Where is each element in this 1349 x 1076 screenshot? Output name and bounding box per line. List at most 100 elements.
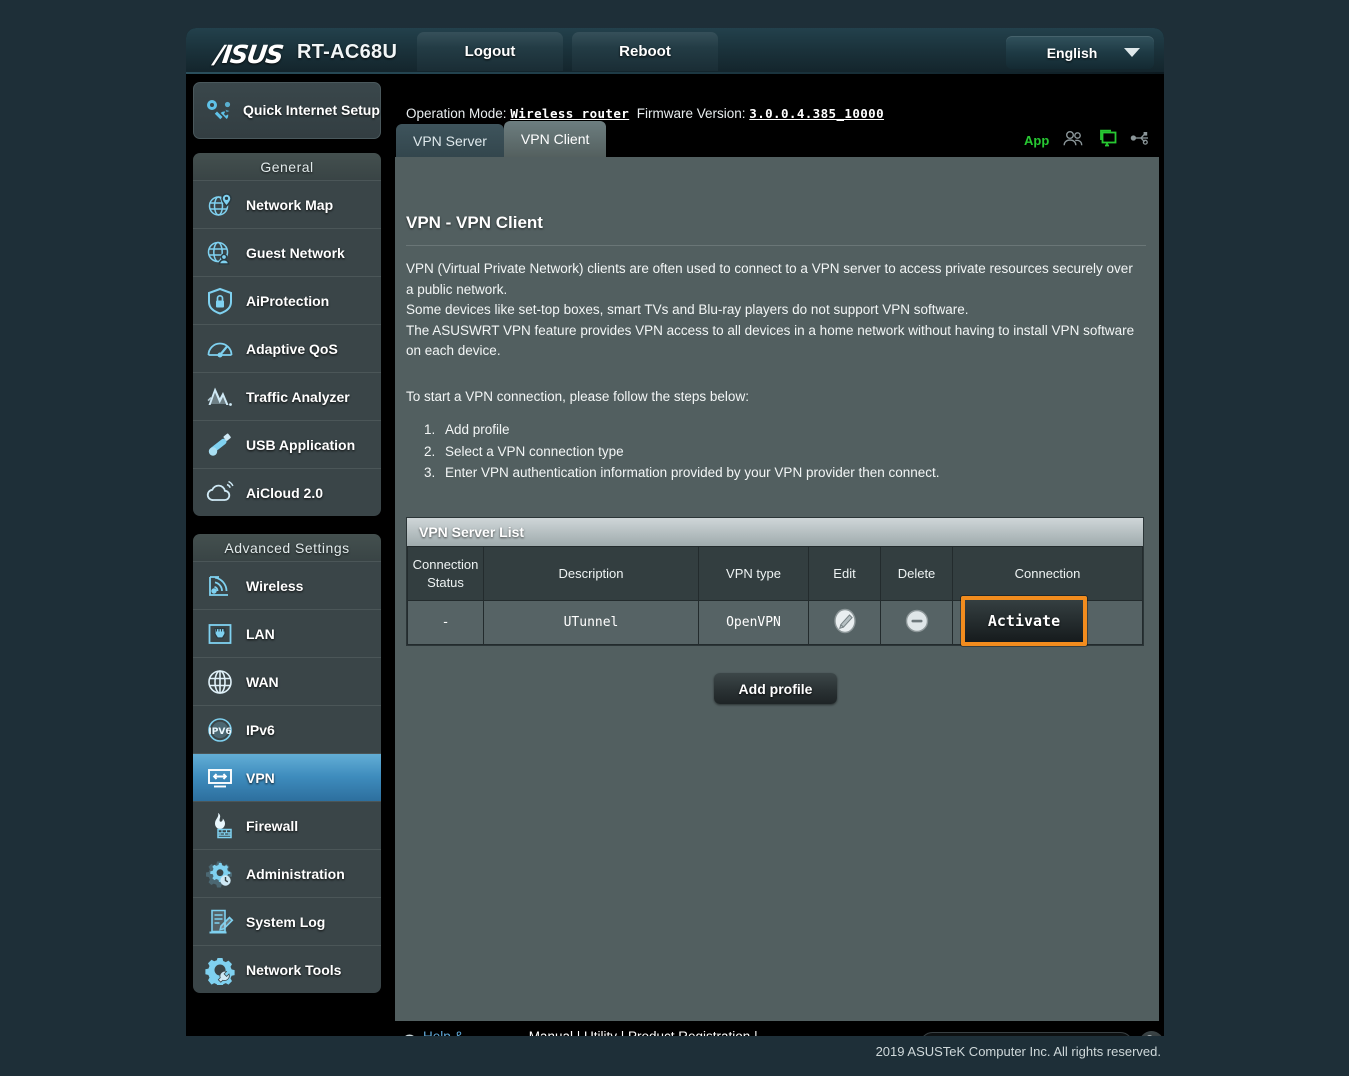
gear-admin-icon [205, 859, 235, 889]
ipv6-icon: IPV6 [205, 715, 235, 745]
app-link[interactable]: App [1024, 133, 1049, 148]
sidebar-item-ipv6[interactable]: IPV6 IPv6 [193, 705, 381, 753]
top-banner: /ISUS RT-AC68U Logout Reboot English [186, 28, 1164, 74]
usb-icon[interactable] [1130, 130, 1150, 151]
sidebar-group-general-title: General [193, 153, 381, 180]
footer-bar: ? Help & Support Manual | Utility | Prod… [395, 1023, 1164, 1036]
footer-link-manual[interactable]: Manual [529, 1029, 573, 1036]
svg-text:IPV6: IPV6 [208, 727, 231, 737]
sidebar-item-guest-network[interactable]: Guest Network [193, 228, 381, 276]
sidebar-item-ipv6-label: IPv6 [246, 721, 275, 738]
faq-search-field[interactable] [920, 1031, 1133, 1036]
sidebar-item-aicloud[interactable]: AiCloud 2.0 [193, 468, 381, 516]
sidebar-group-general: General Network Map Guest Network AiProt… [193, 153, 381, 516]
column-vpn-type: VPN type [698, 546, 809, 601]
column-connection-status: Connection Status [407, 546, 484, 601]
sidebar-item-aiprotection-label: AiProtection [246, 292, 330, 309]
sidebar-item-wan[interactable]: WAN [193, 657, 381, 705]
gear-wrench-icon [205, 955, 235, 987]
footer-sep: | [750, 1029, 758, 1036]
activate-button[interactable]: Activate [965, 600, 1083, 642]
sidebar-item-wireless[interactable]: Wireless [193, 561, 381, 609]
sidebar-item-traffic-analyzer[interactable]: Traffic Analyzer [193, 372, 381, 420]
sidebar-item-administration-label: Administration [246, 865, 345, 882]
footer-link-product-registration[interactable]: Product Registration [628, 1029, 750, 1036]
delete-minus-icon[interactable] [904, 608, 930, 634]
network-map-icon [205, 190, 235, 220]
column-description: Description [483, 546, 699, 601]
language-label: English [1046, 44, 1098, 61]
table-row: - UTunnel OpenVPN Activate [407, 596, 1143, 646]
sidebar-item-usb-application-label: USB Application [246, 436, 356, 453]
footer-link-utility[interactable]: Utility [584, 1029, 617, 1036]
vpn-server-table: Connection Status Description VPN type E… [407, 546, 1143, 646]
quick-setup-icon [204, 96, 234, 126]
sidebar-item-firewall-label: Firewall [246, 817, 299, 834]
sidebar-item-guest-network-label: Guest Network [246, 244, 345, 261]
page-description: VPN (Virtual Private Network) clients ar… [406, 259, 1136, 362]
help-support-label: Help & Support [423, 1029, 512, 1036]
sidebar-item-vpn-label: VPN [246, 769, 275, 786]
logout-button[interactable]: Logout [417, 32, 563, 71]
sidebar-item-network-map-label: Network Map [246, 196, 334, 213]
footer-links: Manual | Utility | Product Registration … [529, 1029, 813, 1036]
description-line-1: VPN (Virtual Private Network) clients ar… [406, 261, 1133, 297]
asus-logo: /ISUS [212, 40, 285, 69]
operation-mode-label: Operation Mode: [406, 106, 507, 121]
sidebar: Quick Internet Setup General Network Map [193, 82, 381, 1011]
quick-internet-setup-button[interactable]: Quick Internet Setup [193, 82, 381, 139]
tab-bar: VPN Server VPN Client [396, 121, 607, 157]
title-divider [406, 245, 1146, 246]
usb-app-icon [205, 430, 235, 460]
sidebar-item-aicloud-label: AiCloud 2.0 [246, 484, 324, 501]
sidebar-item-system-log[interactable]: System Log [193, 897, 381, 945]
people-icon[interactable] [1062, 130, 1084, 152]
column-connection: Connection [952, 546, 1143, 601]
quick-internet-setup-label: Quick Internet Setup [243, 102, 380, 118]
monitor-icon[interactable] [1097, 129, 1117, 152]
page-title: VPN - VPN Client [406, 213, 543, 232]
sidebar-group-advanced-title: Advanced Settings [193, 534, 381, 561]
reboot-button[interactable]: Reboot [572, 32, 718, 71]
add-profile-button[interactable]: Add profile [714, 673, 837, 704]
sidebar-item-lan[interactable]: LAN [193, 609, 381, 657]
faq-search-input[interactable] [921, 1032, 1132, 1036]
router-ui-shell: /ISUS RT-AC68U Logout Reboot English Ope… [186, 28, 1164, 1036]
cell-edit [808, 600, 881, 645]
faq-search-button[interactable] [1138, 1031, 1164, 1036]
sidebar-item-administration[interactable]: Administration [193, 849, 381, 897]
sidebar-item-vpn[interactable]: VPN [193, 753, 381, 801]
sidebar-item-firewall[interactable]: Firewall [193, 801, 381, 849]
help-support-link[interactable]: ? Help & Support [402, 1029, 512, 1036]
guest-network-icon [205, 238, 235, 268]
sidebar-item-adaptive-qos[interactable]: Adaptive QoS [193, 324, 381, 372]
language-select[interactable]: English [1006, 36, 1154, 69]
sidebar-item-network-tools[interactable]: Network Tools [193, 945, 381, 993]
gauge-icon [205, 334, 235, 364]
sidebar-item-aiprotection[interactable]: AiProtection [193, 276, 381, 324]
description-line-2: Some devices like set-top boxes, smart T… [406, 302, 969, 317]
cell-delete [880, 600, 953, 645]
tab-vpn-server[interactable]: VPN Server [396, 124, 504, 157]
tab-vpn-client[interactable]: VPN Client [503, 121, 607, 157]
cell-description: UTunnel [483, 600, 699, 645]
globe-icon [205, 667, 235, 697]
firmware-label: Firmware Version: [636, 106, 746, 121]
firmware-version-value[interactable]: 3.0.0.4.385_10000 [749, 106, 884, 121]
step-item: Select a VPN connection type [439, 441, 940, 463]
operation-mode-value[interactable]: Wireless router [510, 106, 629, 121]
sidebar-item-usb-application[interactable]: USB Application [193, 420, 381, 468]
operation-mode-line: Operation Mode: Wireless router Firmware… [406, 106, 884, 121]
sidebar-item-network-map[interactable]: Network Map [193, 180, 381, 228]
search-icon [1143, 1034, 1159, 1036]
main-content-panel: VPN - VPN Client VPN (Virtual Private Ne… [395, 157, 1159, 1021]
sidebar-item-wan-label: WAN [246, 673, 279, 690]
cloud-icon [205, 478, 235, 508]
sidebar-item-system-log-label: System Log [246, 913, 326, 930]
footer-sep: | [617, 1029, 628, 1036]
edit-pencil-icon[interactable] [832, 608, 858, 634]
sidebar-item-lan-label: LAN [246, 625, 275, 642]
router-admin-page: /ISUS RT-AC68U Logout Reboot English Ope… [0, 0, 1349, 1076]
router-model-name: RT-AC68U [297, 41, 398, 63]
sidebar-item-wireless-label: Wireless [246, 577, 304, 594]
